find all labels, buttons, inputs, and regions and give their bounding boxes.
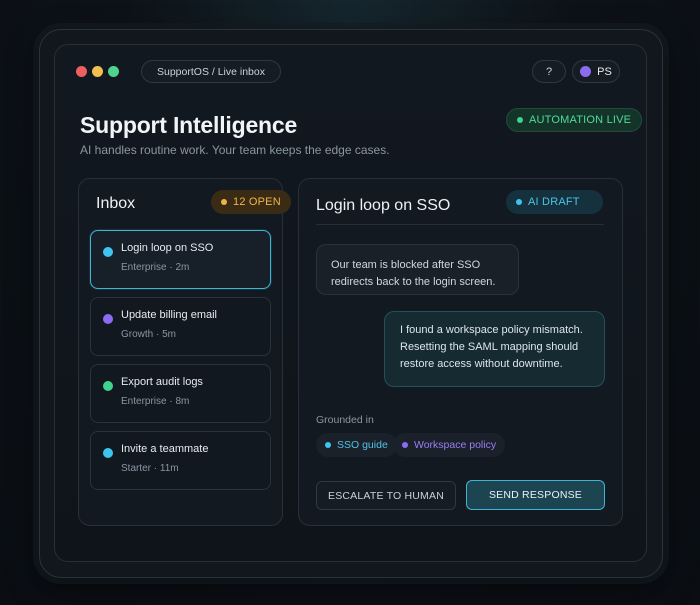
source-chip-label: SSO guide <box>337 439 388 451</box>
ai-message-bubble: I found a workspace policy mismatch. Res… <box>384 311 605 387</box>
page-title: Support Intelligence <box>80 112 298 138</box>
close-window-button[interactable] <box>76 66 87 77</box>
inbox-item-billing-email[interactable]: Update billing email Growth · 5m <box>90 297 271 356</box>
inbox-item-meta: Enterprise · 2m <box>121 262 190 273</box>
inbox-item-audit-logs[interactable]: Export audit logs Enterprise · 8m <box>90 364 271 423</box>
inbox-title: Inbox <box>96 195 136 212</box>
inbox-item-invite-teammate[interactable]: Invite a teammate Starter · 11m <box>90 431 271 490</box>
page-subtitle: AI handles routine work. Your team keeps… <box>80 143 390 157</box>
source-dot-icon <box>325 442 331 448</box>
ai-message-line: I found a workspace policy mismatch. <box>400 324 583 336</box>
automation-badge-label: AUTOMATION LIVE <box>529 114 632 126</box>
maximize-window-button[interactable] <box>108 66 119 77</box>
inbox-item-title: Export audit logs <box>121 376 203 388</box>
inbox-item-meta: Enterprise · 8m <box>121 396 190 407</box>
breadcrumb[interactable]: SupportOS / Live inbox <box>141 60 281 83</box>
source-chip-sso-guide[interactable]: SSO guide <box>316 433 397 457</box>
open-count-badge: 12 OPEN <box>211 190 291 214</box>
inbox-item-meta: Growth · 5m <box>121 329 177 340</box>
inbox-item-meta: Starter · 11m <box>121 463 179 474</box>
ai-dot-icon <box>516 199 522 205</box>
priority-dot-icon <box>103 381 113 391</box>
open-dot-icon <box>221 199 227 205</box>
inbox-item-login-loop[interactable]: Login loop on SSO Enterprise · 2m <box>90 230 271 289</box>
ai-draft-badge: AI DRAFT <box>506 190 603 214</box>
live-dot-icon <box>517 117 523 123</box>
priority-dot-icon <box>103 247 113 257</box>
ai-message-line: Resetting the SAML mapping should <box>400 341 579 353</box>
ai-draft-label: AI DRAFT <box>528 196 580 208</box>
escalate-button[interactable]: ESCALATE TO HUMAN <box>316 481 456 510</box>
open-count-label: 12 OPEN <box>233 196 281 208</box>
customer-message-line: Our team is blocked after SSO <box>331 259 481 271</box>
avatar-initials: PS <box>597 65 612 78</box>
priority-dot-icon <box>103 314 113 324</box>
customer-message-line: redirects back to the login screen. <box>331 275 496 288</box>
source-chip-label: Workspace policy <box>414 439 497 451</box>
avatar[interactable]: PS <box>572 60 620 83</box>
minimize-window-button[interactable] <box>92 66 103 77</box>
inbox-item-title: Update billing email <box>121 309 217 321</box>
help-button[interactable]: ? <box>532 60 566 83</box>
inbox-item-title: Login loop on SSO <box>121 242 214 254</box>
inbox-item-title: Invite a teammate <box>121 443 209 455</box>
source-chip-workspace-policy[interactable]: Workspace policy <box>393 433 506 457</box>
priority-dot-icon <box>103 448 113 458</box>
customer-message-bubble: Our team is blocked after SSO redirects … <box>316 244 519 295</box>
grounded-label: Grounded in <box>316 414 374 426</box>
header-divider <box>316 224 604 225</box>
automation-status-badge: AUTOMATION LIVE <box>506 108 643 132</box>
conversation-title: Login loop on SSO <box>316 197 451 214</box>
source-dot-icon <box>402 442 408 448</box>
ai-message-line: restore access without downtime. <box>400 358 563 370</box>
avatar-icon <box>580 66 592 77</box>
send-response-button[interactable]: SEND RESPONSE <box>466 480 605 510</box>
